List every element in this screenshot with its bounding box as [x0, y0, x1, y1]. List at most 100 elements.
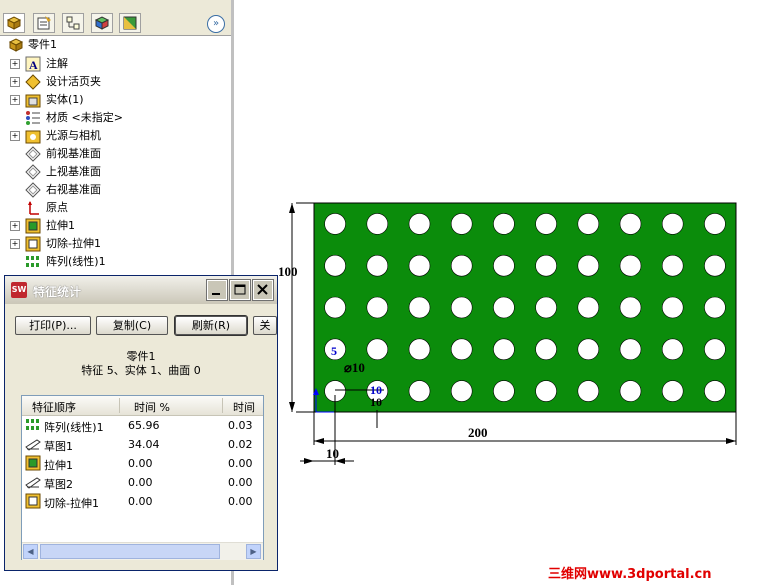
extrude-icon — [25, 218, 41, 234]
scroll-right-arrow-icon[interactable]: ▶ — [246, 544, 261, 559]
tree-item-label: 前视基准面 — [46, 147, 101, 160]
hole — [619, 296, 642, 319]
tree-item-label: 原点 — [46, 201, 68, 214]
list-row[interactable]: 切除-拉伸1 0.00 0.00 — [22, 492, 263, 511]
row-time-pct: 0.00 — [128, 457, 153, 470]
expand-toggle-icon[interactable]: + — [10, 239, 20, 249]
tab-appearance[interactable] — [91, 13, 113, 33]
linear-pattern-icon — [26, 419, 39, 430]
row-time-pct: 65.96 — [128, 419, 160, 432]
col-header-time[interactable]: 时间 — [233, 399, 255, 415]
col-separator[interactable] — [222, 398, 223, 413]
expand-toggle-icon[interactable]: + — [10, 59, 20, 69]
dim-diameter[interactable]: ⌀10 — [344, 360, 365, 375]
row-time-pct: 0.00 — [128, 476, 153, 489]
maximize-icon — [234, 284, 246, 295]
scroll-thumb[interactable] — [40, 544, 220, 559]
hole — [704, 254, 726, 277]
dialog-title: 特征统计 — [33, 285, 82, 299]
maximize-button[interactable] — [229, 279, 251, 301]
tree-item-label: 拉伸1 — [46, 219, 75, 232]
dim-width[interactable]: 200 — [468, 425, 488, 440]
tree-item[interactable]: + 拉伸1 — [0, 217, 231, 235]
row-feature-name: 草图2 — [44, 478, 73, 491]
expand-panel-button[interactable]: » — [207, 15, 225, 33]
tab-configuration-manager[interactable] — [62, 13, 84, 33]
expand-toggle-icon[interactable]: + — [10, 77, 20, 87]
row-feature-name: 阵列(线性)1 — [44, 421, 104, 434]
close-dialog-button[interactable]: 关 — [253, 316, 277, 335]
copy-button[interactable]: 复制(C) — [96, 316, 168, 335]
print-button[interactable]: 打印(P)... — [15, 316, 91, 335]
list-row[interactable]: 拉伸1 0.00 0.00 — [22, 454, 263, 473]
tree-item[interactable]: 阵列(线性)1 — [0, 253, 231, 271]
dim-arrow — [289, 402, 295, 412]
expand-toggle-icon[interactable]: + — [10, 131, 20, 141]
row-feature-name: 草图1 — [44, 440, 73, 453]
expand-toggle-icon[interactable]: + — [10, 95, 20, 105]
minimize-icon — [212, 293, 220, 295]
tree-item[interactable]: + 光源与相机 — [0, 127, 231, 145]
tree-item[interactable]: + 切除-拉伸1 — [0, 235, 231, 253]
tree-item[interactable]: + A 注解 — [0, 55, 231, 73]
tree-root-label: 零件1 — [28, 38, 57, 51]
minimize-button[interactable] — [206, 279, 228, 301]
tree-item[interactable]: 前视基准面 — [0, 145, 231, 163]
list-row[interactable]: 草图2 0.00 0.00 — [22, 473, 263, 492]
row-time: 0.03 — [228, 419, 253, 432]
tree-item-label: 切除-拉伸1 — [46, 237, 101, 250]
design-binder-icon — [25, 74, 41, 90]
list-row[interactable]: 阵列(线性)1 65.96 0.03 — [22, 416, 263, 435]
hole — [408, 296, 431, 319]
hole — [661, 254, 684, 277]
tab-property-manager[interactable] — [33, 13, 55, 33]
dim-height[interactable]: 100 — [278, 264, 298, 279]
sketch-icon — [25, 439, 41, 451]
plane-icon — [25, 182, 41, 198]
col-header-time-pct[interactable]: 时间 % — [134, 399, 170, 415]
tree-item[interactable]: + 实体(1) — [0, 91, 231, 109]
tree-item[interactable]: 材质 <未指定> — [0, 109, 231, 127]
hole — [704, 296, 726, 319]
tree-item[interactable]: + 设计活页夹 — [0, 73, 231, 91]
graphics-area[interactable]: 100 200 10 ⌀10 10 10 5 — [234, 0, 768, 585]
tab-display-manager[interactable] — [119, 13, 141, 33]
dim-offset[interactable]: 10 — [326, 446, 339, 461]
horizontal-scrollbar[interactable]: ◀ ▶ — [22, 542, 263, 560]
watermark: 三维网www.3dportal.cn — [548, 567, 712, 582]
list-row[interactable]: 草图1 34.04 0.02 — [22, 435, 263, 454]
dim-ten-b[interactable]: 10 — [370, 395, 382, 409]
list-header: 特征顺序 时间 % 时间 — [22, 396, 263, 416]
dim-arrow — [304, 458, 314, 464]
row-time: 0.00 — [228, 495, 253, 508]
pattern-count[interactable]: 5 — [331, 344, 337, 358]
plane-icon — [25, 146, 41, 162]
tab-feature-manager[interactable] — [3, 13, 25, 33]
lights-cameras-icon — [25, 130, 41, 144]
expand-toggle-icon[interactable]: + — [10, 221, 20, 231]
sketch-drawing: 100 200 10 ⌀10 10 10 5 — [278, 202, 737, 465]
hole — [704, 213, 726, 235]
tree-item[interactable]: 右视基准面 — [0, 181, 231, 199]
feature-statistics-dialog: SW 特征统计 打印(P)... 复制(C) 刷新(R) 关 零件1 特征 5、… — [4, 275, 278, 571]
sketch-icon — [25, 477, 41, 489]
feature-statistics-list[interactable]: 特征顺序 时间 % 时间 阵列(线性)1 65.96 0.03 草图1 34.04 0.0… — [21, 395, 264, 560]
hole — [577, 380, 600, 402]
refresh-button[interactable]: 刷新(R) — [174, 315, 248, 336]
hole — [535, 213, 557, 235]
property-manager-icon — [37, 16, 51, 30]
tree-item[interactable]: 上视基准面 — [0, 163, 231, 181]
hole — [366, 338, 389, 361]
scroll-left-arrow-icon[interactable]: ◀ — [23, 544, 38, 559]
appearance-cube-icon — [94, 16, 110, 30]
close-icon — [257, 284, 268, 295]
tree-root[interactable]: 零件1 — [0, 36, 231, 54]
hole — [366, 296, 389, 319]
dialog-titlebar[interactable]: SW 特征统计 — [5, 276, 277, 304]
tree-item[interactable]: 原点 — [0, 199, 231, 217]
tree-item-label: 右视基准面 — [46, 183, 101, 196]
close-button[interactable] — [252, 279, 274, 301]
col-header-feature-order[interactable]: 特征顺序 — [32, 399, 76, 415]
row-feature-name: 切除-拉伸1 — [44, 497, 99, 510]
col-separator[interactable] — [119, 398, 120, 413]
